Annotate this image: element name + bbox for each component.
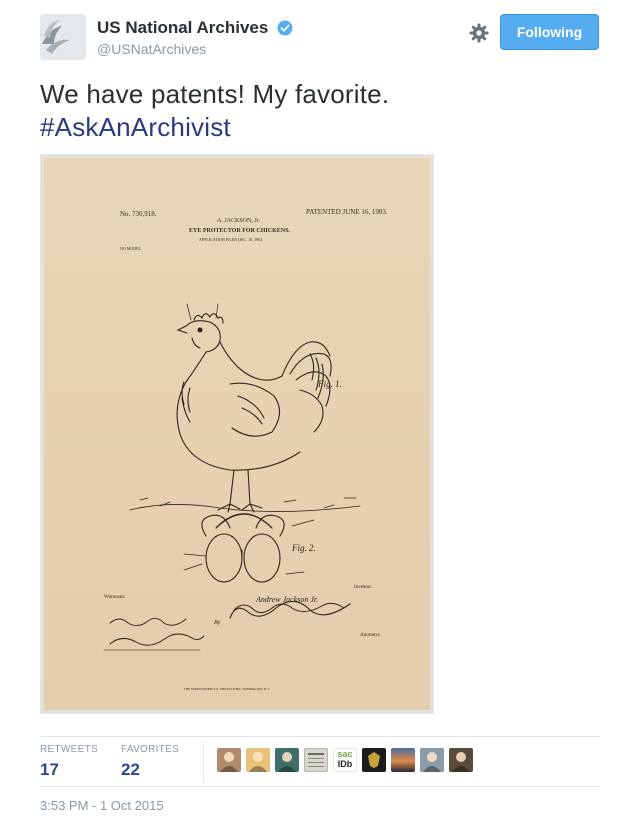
national-archives-logo-icon xyxy=(40,14,86,60)
favoriter-avatar-6[interactable] xyxy=(362,748,386,772)
stats-separator xyxy=(203,742,204,782)
following-button[interactable]: Following xyxy=(500,14,599,50)
stats-bottom-divider xyxy=(40,786,600,787)
idb-text: IDb xyxy=(337,759,353,769)
inventor-signature: Andrew Jackson Jr. xyxy=(255,595,318,604)
favorites-label: FAVORITES xyxy=(121,744,180,755)
chicken-drawing: Fig. 1. Fig. 2. Witnesses: Inventor: And… xyxy=(103,303,380,692)
account-handle[interactable]: @USNatArchives xyxy=(97,41,293,57)
tweet-body: We have patents! My favorite. xyxy=(40,79,390,109)
account-avatar[interactable] xyxy=(40,14,86,60)
favoriter-avatar-2[interactable] xyxy=(246,748,270,772)
favorites-stat[interactable]: FAVORITES 22 xyxy=(121,744,179,780)
stats-top-divider xyxy=(40,736,600,737)
favoriter-avatar-1[interactable] xyxy=(217,748,241,772)
tweet-text: We have patents! My favorite. #AskAnArch… xyxy=(40,78,600,144)
tweet-stats: RETWEETS 17 FAVORITES 22 sac IDb xyxy=(40,742,600,782)
verified-badge-icon xyxy=(277,20,293,36)
tweet-header: US National Archives @USNatArchives Foll… xyxy=(40,14,600,60)
favoriter-avatar-5[interactable]: sac IDb xyxy=(333,748,357,772)
patent-footer: THE NORRIS PETERS CO., PHOTO-LITHO., WAS… xyxy=(184,687,271,692)
attorneys-label: Attorneys xyxy=(360,633,380,638)
display-name[interactable]: US National Archives xyxy=(97,18,268,38)
tweet-photo[interactable]: No. 730,918. PATENTED JUNE 16, 1903. A. … xyxy=(40,154,434,714)
retweets-label: RETWEETS xyxy=(40,744,98,755)
favoriter-avatar-3[interactable] xyxy=(275,748,299,772)
patent-document: No. 730,918. PATENTED JUNE 16, 1903. A. … xyxy=(44,158,430,710)
fig1-label: Fig. 1. xyxy=(317,379,342,389)
hashtag-link[interactable]: #AskAnArchivist xyxy=(40,111,600,144)
retweets-count: 17 xyxy=(40,760,59,779)
inventor-label: Inventor: xyxy=(354,585,372,590)
favoriter-avatar-4[interactable] xyxy=(304,748,328,772)
favorites-count: 22 xyxy=(121,760,140,779)
favoriter-avatar-9[interactable] xyxy=(449,748,473,772)
tweet-timestamp[interactable]: 3:53 PM - 1 Oct 2015 xyxy=(40,798,164,813)
sac-text: sac xyxy=(337,749,353,759)
by-label: By xyxy=(214,620,221,626)
account-names: US National Archives @USNatArchives xyxy=(97,18,293,57)
witnesses-label: Witnesses: xyxy=(104,595,125,600)
favoriter-avatar-7[interactable] xyxy=(391,748,415,772)
favoriter-avatar-8[interactable] xyxy=(420,748,444,772)
retweets-stat[interactable]: RETWEETS 17 xyxy=(40,744,98,780)
gear-icon[interactable] xyxy=(468,22,490,44)
fig2-label: Fig. 2. xyxy=(291,543,316,553)
